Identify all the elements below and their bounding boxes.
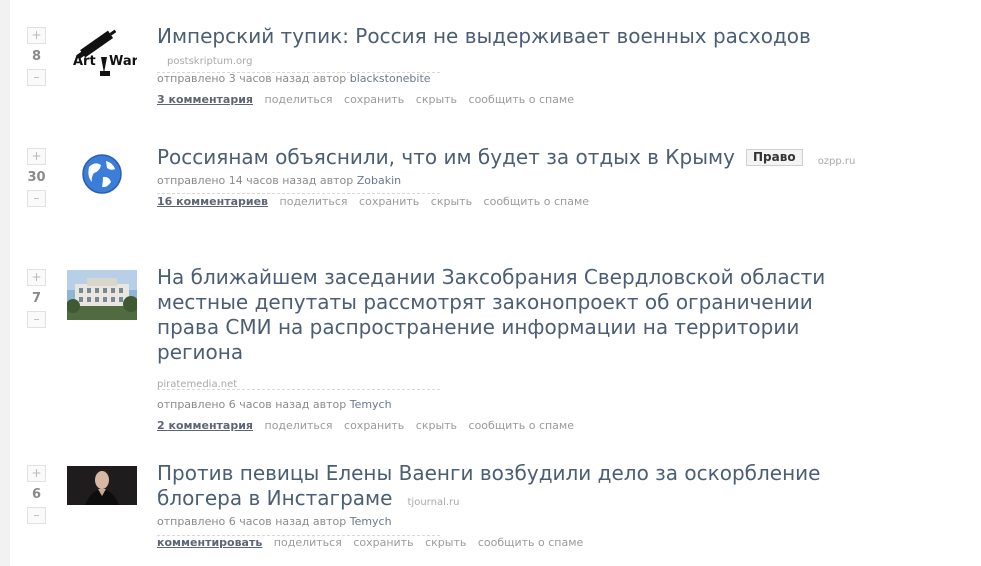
save-link[interactable]: сохранить bbox=[344, 93, 404, 106]
share-link[interactable]: поделиться bbox=[274, 536, 342, 549]
upvote-button[interactable]: + bbox=[27, 465, 46, 482]
share-link[interactable]: поделиться bbox=[280, 195, 348, 208]
singer-photo bbox=[67, 466, 137, 505]
svg-text:War: War bbox=[109, 54, 137, 69]
post-actions: комментировать поделиться сохранить скры… bbox=[157, 536, 877, 549]
vote-box: + 8 – bbox=[27, 27, 46, 86]
post-thumbnail[interactable]: Art War bbox=[67, 27, 137, 77]
author-link[interactable]: Temych bbox=[350, 398, 392, 411]
post-title[interactable]: Против певицы Елены Ваенги возбудили дел… bbox=[157, 461, 820, 510]
post-title[interactable]: Россиянам объяснили, что им будет за отд… bbox=[157, 145, 735, 169]
post-domain[interactable]: tjournal.ru bbox=[408, 497, 460, 508]
divider bbox=[157, 389, 440, 390]
post-content: На ближайшем заседании Заксобрания Сверд… bbox=[157, 265, 877, 432]
comments-link[interactable]: 2 комментария bbox=[157, 419, 253, 432]
hide-link[interactable]: скрыть bbox=[416, 93, 457, 106]
post-domain[interactable]: postskriptum.org bbox=[167, 56, 252, 67]
downvote-button[interactable]: – bbox=[27, 190, 46, 207]
vote-box: + 6 – bbox=[27, 465, 46, 524]
score: 8 bbox=[31, 49, 42, 64]
post-actions: 16 комментариев поделиться сохранить скр… bbox=[157, 195, 877, 208]
post-actions: 3 комментария поделиться сохранить скрыт… bbox=[157, 93, 877, 106]
submitted-text: отправлено 3 часов назад автор bbox=[157, 72, 347, 85]
divider bbox=[157, 535, 440, 536]
submitted-text: отправлено 6 часов назад автор bbox=[157, 515, 347, 528]
vote-box: + 30 – bbox=[27, 148, 46, 207]
vote-box: + 7 – bbox=[27, 269, 46, 328]
score: 6 bbox=[31, 487, 42, 502]
post-thumbnail[interactable] bbox=[67, 270, 137, 320]
score: 30 bbox=[27, 170, 46, 185]
report-link[interactable]: сообщить о спаме bbox=[469, 419, 574, 432]
post-meta: отправлено 6 часов назад автор Temych bbox=[157, 398, 877, 411]
report-link[interactable]: сообщить о спаме bbox=[469, 93, 574, 106]
submitted-text: отправлено 6 часов назад автор bbox=[157, 398, 347, 411]
post-thumbnail[interactable] bbox=[67, 149, 137, 199]
globe-icon bbox=[67, 149, 137, 199]
save-link[interactable]: сохранить bbox=[359, 195, 419, 208]
author-link[interactable]: blackstonebite bbox=[350, 72, 431, 85]
upvote-button[interactable]: + bbox=[27, 27, 46, 44]
downvote-button[interactable]: – bbox=[27, 507, 46, 524]
post-title[interactable]: На ближайшем заседании Заксобрания Сверд… bbox=[157, 265, 825, 364]
building-photo bbox=[67, 270, 137, 320]
report-link[interactable]: сообщить о спаме bbox=[478, 536, 583, 549]
share-link[interactable]: поделиться bbox=[265, 93, 333, 106]
upvote-button[interactable]: + bbox=[27, 269, 46, 286]
left-strip bbox=[0, 0, 10, 566]
post-content: Россиянам объяснили, что им будет за отд… bbox=[157, 145, 877, 208]
save-link[interactable]: сохранить bbox=[353, 536, 413, 549]
hide-link[interactable]: скрыть bbox=[425, 536, 466, 549]
hide-link[interactable]: скрыть bbox=[431, 195, 472, 208]
author-link[interactable]: Zobakin bbox=[357, 174, 401, 187]
author-link[interactable]: Temych bbox=[350, 515, 392, 528]
post-meta: отправлено 3 часов назад автор blackston… bbox=[157, 72, 877, 85]
score: 7 bbox=[31, 291, 42, 306]
divider bbox=[157, 193, 440, 194]
post-title[interactable]: Имперский тупик: Россия не выдерживает в… bbox=[157, 24, 811, 48]
post-meta: отправлено 14 часов назад автор Zobakin bbox=[157, 174, 877, 187]
divider bbox=[157, 72, 440, 73]
art-of-war-logo: Art War bbox=[67, 27, 137, 77]
svg-text:Art: Art bbox=[73, 54, 96, 69]
post-actions: 2 комментария поделиться сохранить скрыт… bbox=[157, 419, 877, 432]
upvote-button[interactable]: + bbox=[27, 148, 46, 165]
downvote-button[interactable]: – bbox=[27, 311, 46, 328]
post-meta: отправлено 6 часов назад автор Temych bbox=[157, 515, 877, 528]
post-content: Имперский тупик: Россия не выдерживает в… bbox=[157, 24, 877, 106]
submitted-text: отправлено 14 часов назад автор bbox=[157, 174, 354, 187]
hide-link[interactable]: скрыть bbox=[416, 419, 457, 432]
share-link[interactable]: поделиться bbox=[265, 419, 333, 432]
comments-link[interactable]: 16 комментариев bbox=[157, 195, 268, 208]
downvote-button[interactable]: – bbox=[27, 69, 46, 86]
report-link[interactable]: сообщить о спаме bbox=[484, 195, 589, 208]
flair-tag[interactable]: Право bbox=[746, 149, 803, 166]
save-link[interactable]: сохранить bbox=[344, 419, 404, 432]
comments-link[interactable]: комментировать bbox=[157, 536, 262, 549]
post-thumbnail[interactable] bbox=[67, 466, 137, 505]
comments-link[interactable]: 3 комментария bbox=[157, 93, 253, 106]
post-domain[interactable]: ozpp.ru bbox=[818, 156, 856, 167]
